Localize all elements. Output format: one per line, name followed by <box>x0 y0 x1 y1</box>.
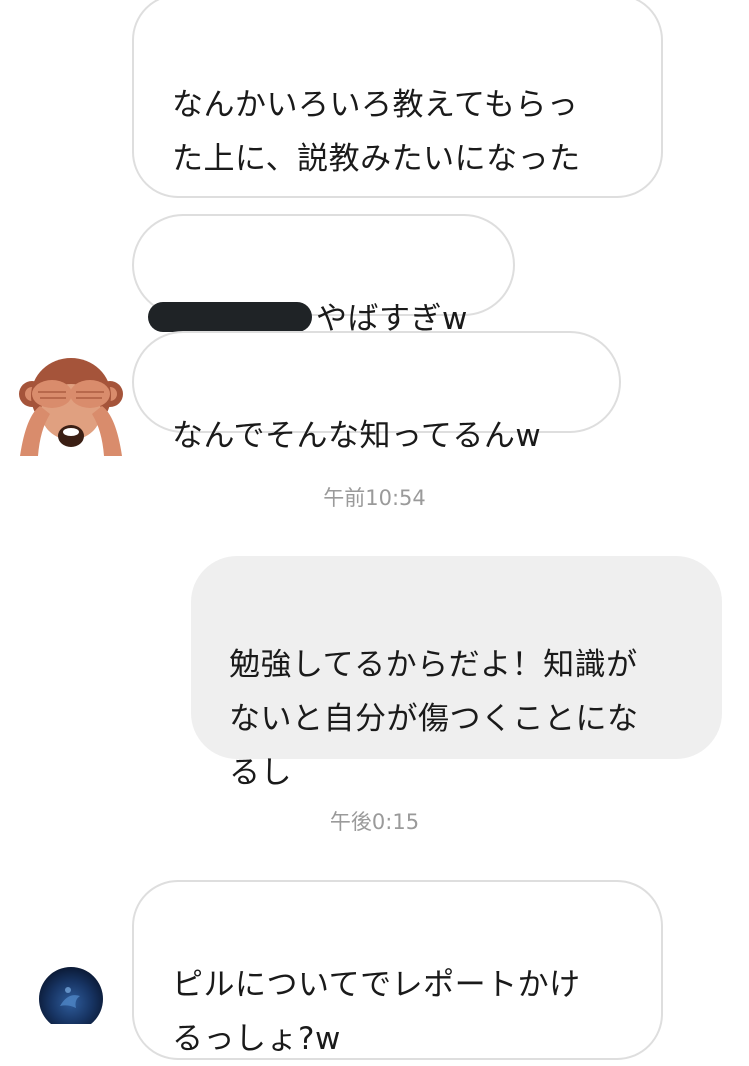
incoming-message-bubble[interactable]: なんでそんな知ってるんw <box>132 331 621 454</box>
message-timestamp: 午後0:15 <box>329 810 420 834</box>
message-text: ピルについてでレポートかけ るっしょ?w <box>172 967 581 1057</box>
redaction-bar <box>148 302 312 332</box>
message-timestamp: 午前10:54 <box>323 486 426 510</box>
message-text: なんでそんな知ってるんw <box>172 418 542 454</box>
see-no-evil-monkey-icon[interactable] <box>18 352 124 456</box>
incoming-message-bubble[interactable]: なんかいろいろ教えてもらっ た上に、説教みたいになった <box>132 0 663 331</box>
incoming-message-bubble[interactable]: ピルについてでレポートかけ るっしょ?w <box>132 880 663 1060</box>
incoming-message-bubble[interactable]: やばすぎw <box>132 214 515 337</box>
message-text: 勉強してるからだよ！知識が ないと自分が傷つくことにな るし <box>229 647 639 791</box>
message-text: なんかいろいろ教えてもらっ た上に、説教みたいになった <box>172 87 581 177</box>
outgoing-message-bubble[interactable]: 勉強してるからだよ！知識が ないと自分が傷つくことにな るし <box>191 556 722 791</box>
profile-photo-avatar[interactable] <box>38 966 104 1024</box>
